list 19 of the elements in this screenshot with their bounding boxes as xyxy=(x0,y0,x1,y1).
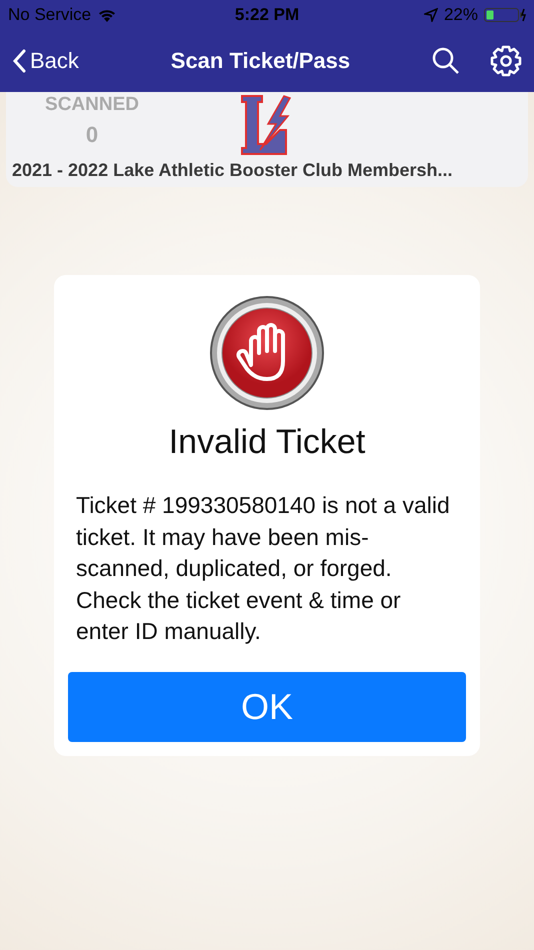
location-icon xyxy=(424,8,438,22)
ok-button[interactable]: OK xyxy=(68,672,466,742)
dialog-title: Invalid Ticket xyxy=(168,423,366,462)
screen-title: Scan Ticket/Pass xyxy=(170,48,352,74)
search-button[interactable] xyxy=(432,47,460,75)
logo-icon xyxy=(240,94,292,158)
stop-hand-icon xyxy=(209,295,325,411)
dialog-message: Ticket # 199330580140 is not a valid ticket. It may have been mis-scanned, duplicated, or forged. Check the ticket event & time or enter ID manually. xyxy=(75,491,451,646)
battery-text: 22% xyxy=(444,5,478,25)
scanned-count: 0 xyxy=(86,122,98,148)
event-name: 2021 - 2022 Lake Athletic Booster Club Membersh... xyxy=(12,160,454,181)
back-button[interactable]: Back xyxy=(12,48,79,74)
battery-icon xyxy=(484,8,526,22)
scanned-label: SCANNED xyxy=(45,94,139,116)
clock-text: 5:22 PM xyxy=(234,5,300,25)
settings-button[interactable] xyxy=(490,45,522,77)
wifi-icon xyxy=(97,8,118,22)
chevron-left-icon xyxy=(12,49,26,73)
carrier-text: No Service xyxy=(8,5,92,25)
